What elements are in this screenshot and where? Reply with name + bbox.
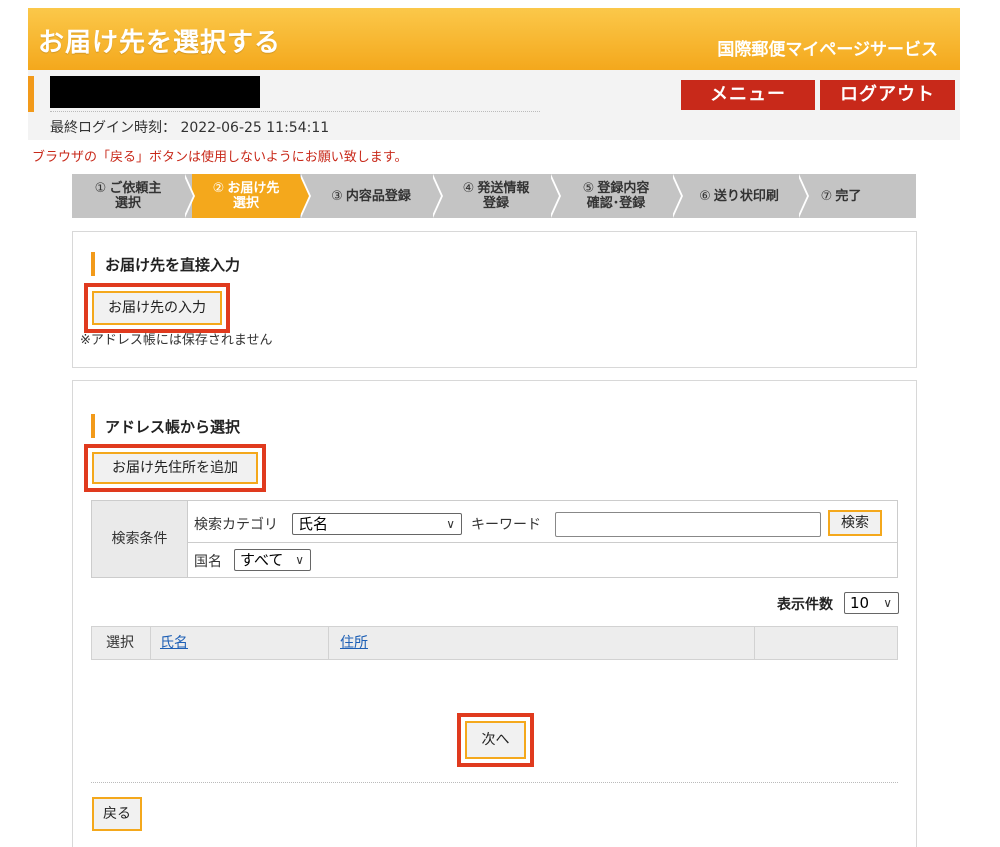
step-2-active: ② お届け先 選択 (192, 174, 300, 218)
page-size-select[interactable]: 10 ∨ (844, 592, 899, 614)
last-login: 最終ログイン時刻： 2022-06-25 11:54:11 (50, 117, 329, 137)
search-category-value: 氏名 (298, 515, 329, 533)
service-name: 国際郵便マイページサービス (717, 40, 938, 60)
country-label: 国名 (194, 554, 222, 570)
keyword-input[interactable] (555, 512, 821, 537)
step-separator-inner (299, 174, 309, 218)
step-5-line2: 確認･登録 (586, 196, 646, 211)
page-size-label: 表示件数 (777, 597, 833, 613)
last-login-time: 2022-06-25 11:54:11 (180, 120, 330, 136)
last-login-label: 最終ログイン時刻： (50, 120, 176, 136)
column-divider (328, 627, 329, 659)
step-5-line1: 登録内容 (597, 181, 650, 196)
step-3-line1: 内容品登録 (345, 188, 411, 204)
column-address-sort-link[interactable]: 住所 (340, 627, 368, 659)
search-category-label: 検索カテゴリ (194, 517, 278, 533)
page-title: お届け先を選択する (38, 28, 282, 58)
step-separator-inner (797, 174, 807, 218)
search-conditions-label: 検索条件 (92, 501, 188, 577)
step-2-line2: 選択 (232, 196, 259, 211)
direct-input-title: お届け先を直接入力 (91, 252, 240, 276)
step-3-num: ③ (331, 188, 343, 204)
step-6: ⑥ 送り状印刷 (680, 174, 798, 218)
step-3: ③ 内容品登録 (310, 174, 432, 218)
direct-input-note: ※アドレス帳には保存されません (80, 333, 273, 348)
user-bar: 最終ログイン時刻： 2022-06-25 11:54:11 メニュー ログアウト (28, 70, 960, 140)
user-accent-bar (28, 76, 34, 112)
menu-button[interactable]: メニュー (681, 80, 815, 110)
step-4: ④ 発送情報 登録 (442, 174, 550, 218)
step-1-line2: 選択 (114, 196, 141, 211)
step-separator-inner (183, 174, 193, 218)
back-button-warning: ブラウザの「戻る」ボタンは使用しないようにお願い致します。 (32, 150, 408, 165)
footer-divider (91, 782, 898, 783)
step-7-num: ⑦ (820, 188, 833, 204)
step-6-num: ⑥ (699, 188, 711, 204)
step-separator-inner (671, 174, 681, 218)
redacted-username (50, 76, 260, 108)
step-4-num: ④ (462, 181, 475, 196)
next-button[interactable]: 次へ (465, 721, 526, 759)
country-select[interactable]: すべて ∨ (234, 549, 311, 571)
search-button[interactable]: 検索 (828, 510, 882, 536)
chevron-down-icon: ∨ (883, 596, 892, 610)
logout-button[interactable]: ログアウト (820, 80, 955, 110)
address-table-header: 選択 氏名 住所 (91, 626, 898, 660)
step-5: ⑤ 登録内容 確認･登録 (560, 174, 672, 218)
column-select: 選択 (106, 635, 134, 651)
step-2-line1: お届け先 (227, 181, 280, 196)
chevron-down-icon: ∨ (295, 553, 304, 567)
username-divider (50, 111, 540, 112)
address-book-title: アドレス帳から選択 (91, 414, 240, 438)
step-1-num: ① (94, 181, 107, 196)
step-7-line1: 完了 (835, 188, 862, 204)
column-name-sort-link[interactable]: 氏名 (160, 627, 188, 659)
progress-steps: ① ご依頼主 選択 ② お届け先 選択 ③ 内容品登録 ④ 発送情報 登録 ⑤ 登録内容 確認･登… (72, 174, 916, 218)
column-divider (150, 627, 151, 659)
step-separator-inner (431, 174, 441, 218)
step-separator-inner (549, 174, 559, 218)
column-divider (754, 627, 755, 659)
step-6-line1: 送り状印刷 (713, 188, 779, 204)
add-address-button[interactable]: お届け先住所を追加 (92, 452, 258, 484)
row-divider (188, 542, 897, 543)
step-1: ① ご依頼主 選択 (72, 174, 184, 218)
step-7: ⑦ 完了 (806, 174, 876, 218)
country-value: すべて (240, 551, 284, 569)
step-2-num: ② (212, 181, 225, 196)
page-size-value: 10 (850, 594, 870, 612)
keyword-label: キーワード (471, 517, 541, 533)
page-header: お届け先を選択する 国際郵便マイページサービス (28, 8, 960, 70)
enter-destination-button[interactable]: お届け先の入力 (92, 291, 222, 325)
step-1-line1: ご依頼主 (109, 181, 162, 196)
step-4-line2: 登録 (482, 196, 509, 211)
search-category-select[interactable]: 氏名 ∨ (292, 513, 462, 535)
back-button[interactable]: 戻る (92, 797, 142, 831)
step-5-num: ⑤ (582, 181, 595, 196)
step-4-line1: 発送情報 (477, 181, 530, 196)
chevron-down-icon: ∨ (446, 517, 455, 531)
